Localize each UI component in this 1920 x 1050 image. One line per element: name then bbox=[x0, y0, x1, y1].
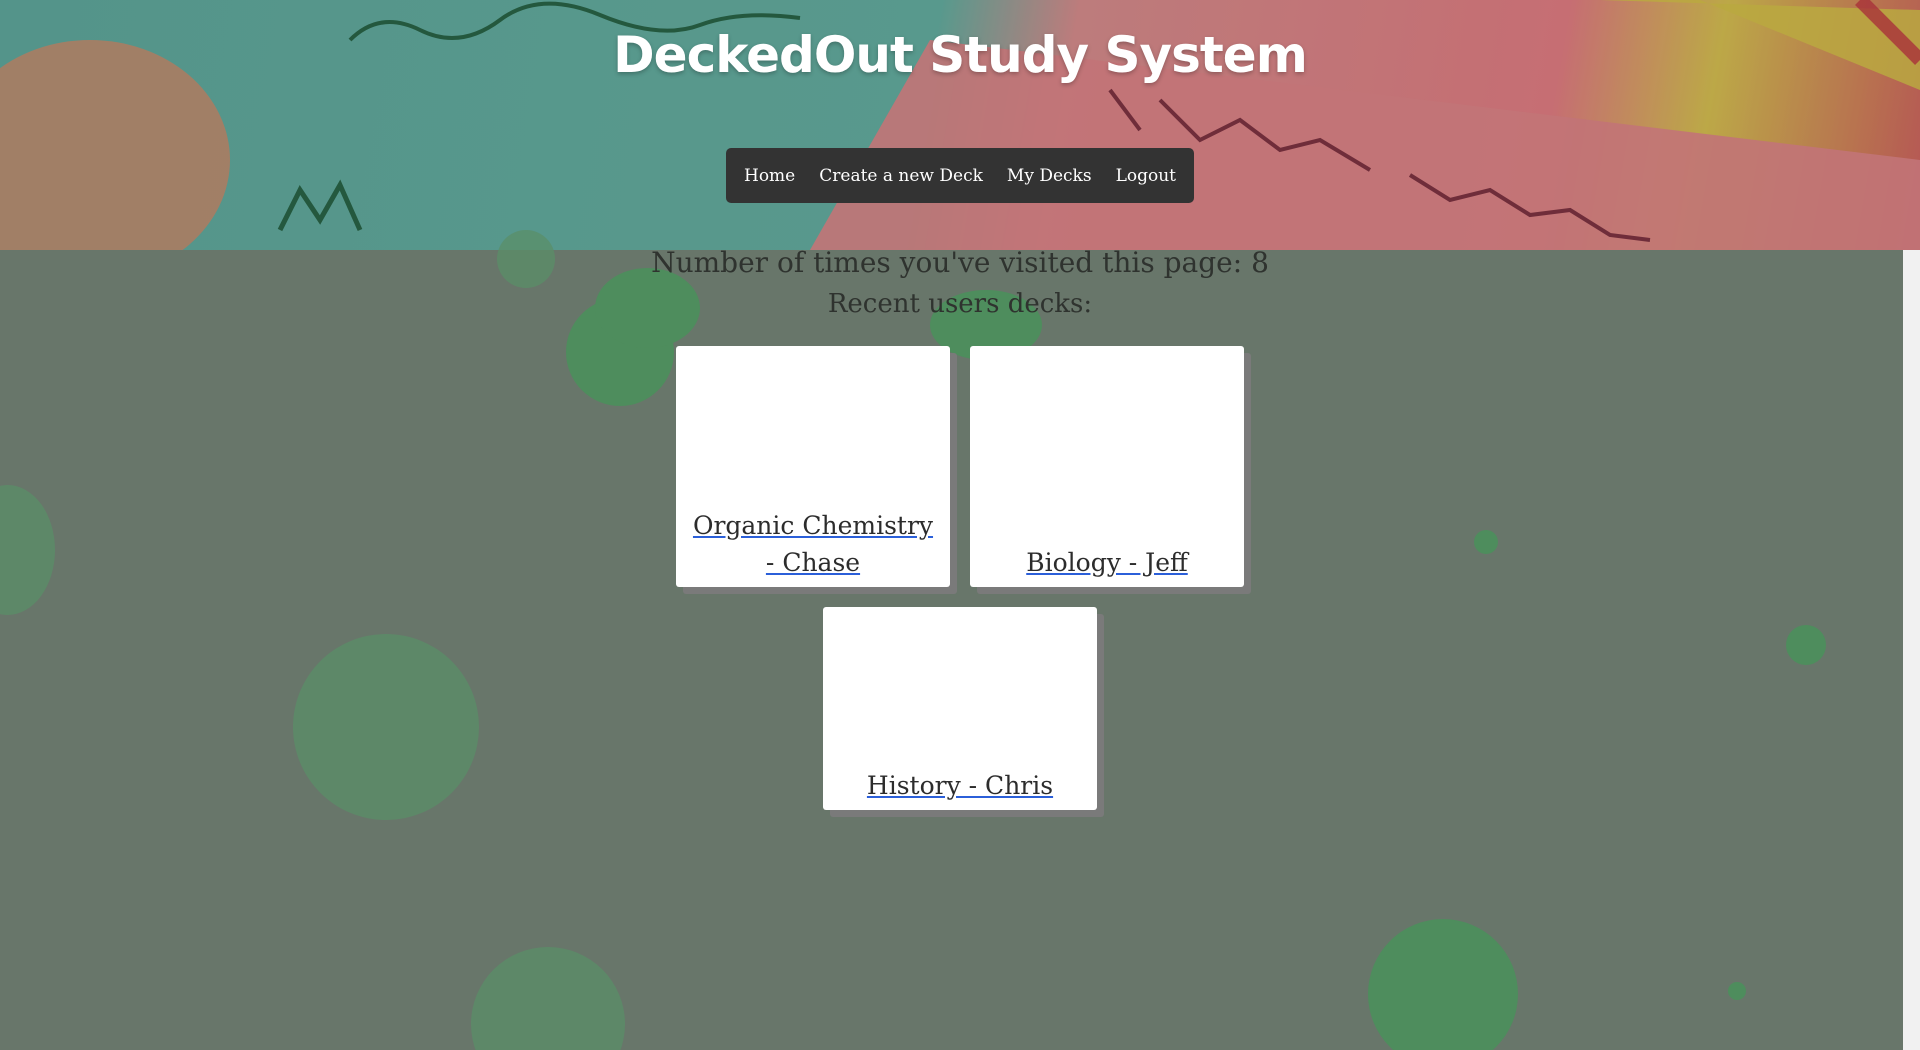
main-navbar: Home Create a new Deck My Decks Logout bbox=[726, 148, 1194, 203]
nav-logout-link[interactable]: Logout bbox=[1116, 166, 1176, 186]
header-banner: DeckedOut Study System Home Create a new… bbox=[0, 0, 1920, 250]
deck-link-organic-chemistry[interactable]: Organic Chemistry - Chase bbox=[688, 507, 938, 581]
visit-count-text: Number of times you've visited this page… bbox=[651, 246, 1269, 279]
deck-card: Biology - Jeff bbox=[970, 346, 1244, 587]
nav-create-deck-link[interactable]: Create a new Deck bbox=[819, 166, 983, 186]
nav-home-link[interactable]: Home bbox=[744, 166, 795, 186]
deck-card: Organic Chemistry - Chase bbox=[676, 346, 950, 587]
deck-link-biology[interactable]: Biology - Jeff bbox=[1026, 544, 1188, 581]
background-bubble bbox=[1474, 530, 1498, 554]
background-bubble bbox=[293, 634, 479, 820]
background-bubble bbox=[471, 947, 625, 1050]
background-bubble bbox=[1786, 625, 1826, 665]
page-scrollbar[interactable] bbox=[1903, 250, 1920, 1050]
site-title: DeckedOut Study System bbox=[613, 26, 1308, 84]
background-bubble bbox=[0, 485, 55, 615]
recent-decks-heading: Recent users decks: bbox=[827, 289, 1093, 319]
deck-card: History - Chris bbox=[823, 607, 1097, 810]
nav-my-decks-link[interactable]: My Decks bbox=[1007, 166, 1092, 186]
background-bubble bbox=[1368, 919, 1518, 1050]
deck-link-history[interactable]: History - Chris bbox=[867, 767, 1053, 804]
background-bubble bbox=[1728, 982, 1746, 1000]
